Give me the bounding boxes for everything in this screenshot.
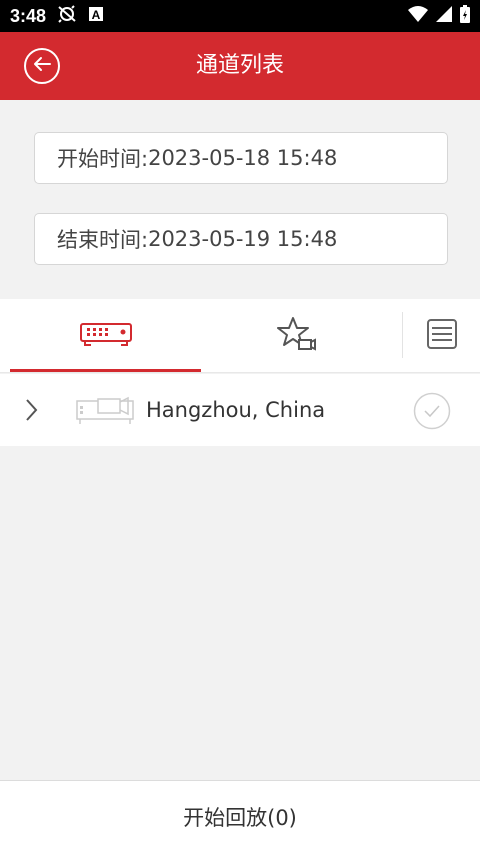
- tab-favorites[interactable]: [201, 299, 393, 373]
- keyboard-a-icon: A: [88, 6, 104, 27]
- dvr-camera-icon: [76, 396, 134, 430]
- status-bar: 3:48 A: [0, 0, 480, 32]
- page-title: 通道列表: [195, 53, 284, 78]
- device-name: Hangzhou, China: [146, 398, 326, 422]
- chevron-right-icon[interactable]: [24, 398, 38, 426]
- sync-off-icon: [56, 4, 78, 29]
- battery-charging-icon: [460, 4, 470, 28]
- list-icon: [426, 319, 457, 353]
- favorite-camera-icon: [277, 316, 317, 356]
- app-header: 通道列表: [0, 32, 480, 100]
- tab-devices[interactable]: [10, 299, 201, 373]
- check-circle-icon[interactable]: [413, 392, 451, 434]
- end-time-label: 结束时间:: [57, 228, 149, 252]
- nvr-device-icon: [79, 321, 133, 351]
- start-playback-button[interactable]: 开始回放(0): [0, 780, 480, 853]
- end-time-value: 2023-05-19 15:48: [148, 227, 338, 251]
- start-time-value: 2023-05-18 15:48: [148, 146, 338, 170]
- wifi-icon: [408, 5, 428, 27]
- signal-icon: [436, 5, 452, 27]
- svg-text:A: A: [92, 8, 101, 22]
- start-playback-label: 开始回放(0): [183, 806, 297, 830]
- end-time-field[interactable]: 结束时间: 2023-05-19 15:48: [34, 213, 448, 265]
- status-time: 3:48: [10, 5, 47, 26]
- start-time-field[interactable]: 开始时间: 2023-05-18 15:48: [34, 132, 448, 184]
- tab-bar: [0, 299, 480, 373]
- start-time-label: 开始时间:: [57, 147, 149, 171]
- tab-list[interactable]: [403, 299, 480, 373]
- active-tab-indicator: [10, 369, 201, 372]
- device-row[interactable]: Hangzhou, China: [0, 374, 480, 446]
